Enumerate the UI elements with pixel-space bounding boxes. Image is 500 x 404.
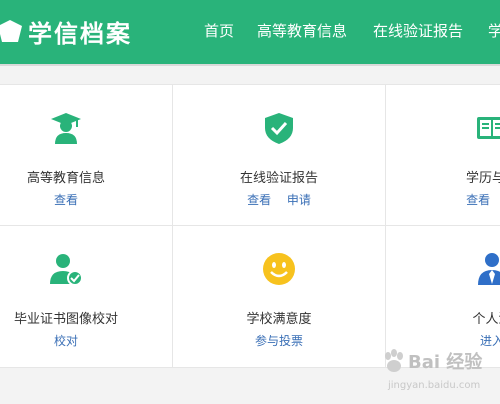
view-link[interactable]: 查看	[247, 193, 271, 207]
proofread-link[interactable]: 校对	[54, 334, 78, 348]
view-link[interactable]: 查看	[54, 193, 78, 207]
card-school-satisfaction[interactable]: 学校满意度 参与投票	[173, 226, 385, 366]
apply-link[interactable]: 申请	[287, 193, 311, 207]
card-links: 参与投票	[173, 332, 385, 349]
card-links: 查看 查	[386, 191, 500, 208]
person-tie-icon	[478, 253, 500, 285]
logo-icon	[0, 20, 22, 42]
card-higher-education[interactable]: 高等教育信息 查看	[0, 85, 172, 225]
services-grid: 高等教育信息 查看 在线验证报告 查看 申请 学历与成 查看 查	[0, 84, 500, 368]
card-title: 学校满意度	[246, 312, 312, 327]
card-links: 查看	[0, 191, 172, 208]
card-links: 查看 申请	[173, 191, 385, 208]
user-check-icon	[50, 254, 83, 286]
header-shadow	[0, 64, 500, 66]
watermark: Bai 经验 jingyan.baidu.com	[378, 346, 498, 396]
paw-icon	[385, 349, 403, 372]
card-links: 校对	[0, 332, 172, 349]
smiley-icon	[263, 253, 295, 285]
nav-home[interactable]: 首页	[204, 20, 234, 41]
card-certificate-check[interactable]: 毕业证书图像校对 校对	[0, 226, 172, 366]
watermark-text: Bai 经验	[408, 352, 483, 373]
nav-higher-education[interactable]: 高等教育信息	[257, 20, 347, 41]
card-title: 高等教育信息	[26, 171, 105, 186]
book-icon	[477, 117, 500, 139]
vote-link[interactable]: 参与投票	[255, 334, 303, 348]
shield-check-icon	[265, 113, 293, 144]
nav-online-verification[interactable]: 在线验证报告	[373, 20, 463, 41]
watermark-url: jingyan.baidu.com	[388, 380, 481, 391]
card-title: 在线验证报告	[239, 171, 318, 186]
card-title: 个人测	[472, 312, 500, 327]
card-title: 毕业证书图像校对	[13, 312, 118, 327]
card-title: 学历与成	[465, 171, 500, 186]
card-degree-results[interactable]: 学历与成 查看 查	[386, 85, 500, 225]
view-link[interactable]: 查看	[466, 193, 490, 207]
brand-title[interactable]: 学信档案	[28, 14, 132, 49]
top-header: 学信档案 首页 高等教育信息 在线验证报告 学	[0, 0, 500, 64]
nav-more[interactable]: 学	[488, 20, 500, 41]
card-personal-test[interactable]: 个人测 进入	[386, 226, 500, 366]
card-online-verification[interactable]: 在线验证报告 查看 申请	[173, 85, 385, 225]
graduate-icon	[51, 113, 81, 144]
